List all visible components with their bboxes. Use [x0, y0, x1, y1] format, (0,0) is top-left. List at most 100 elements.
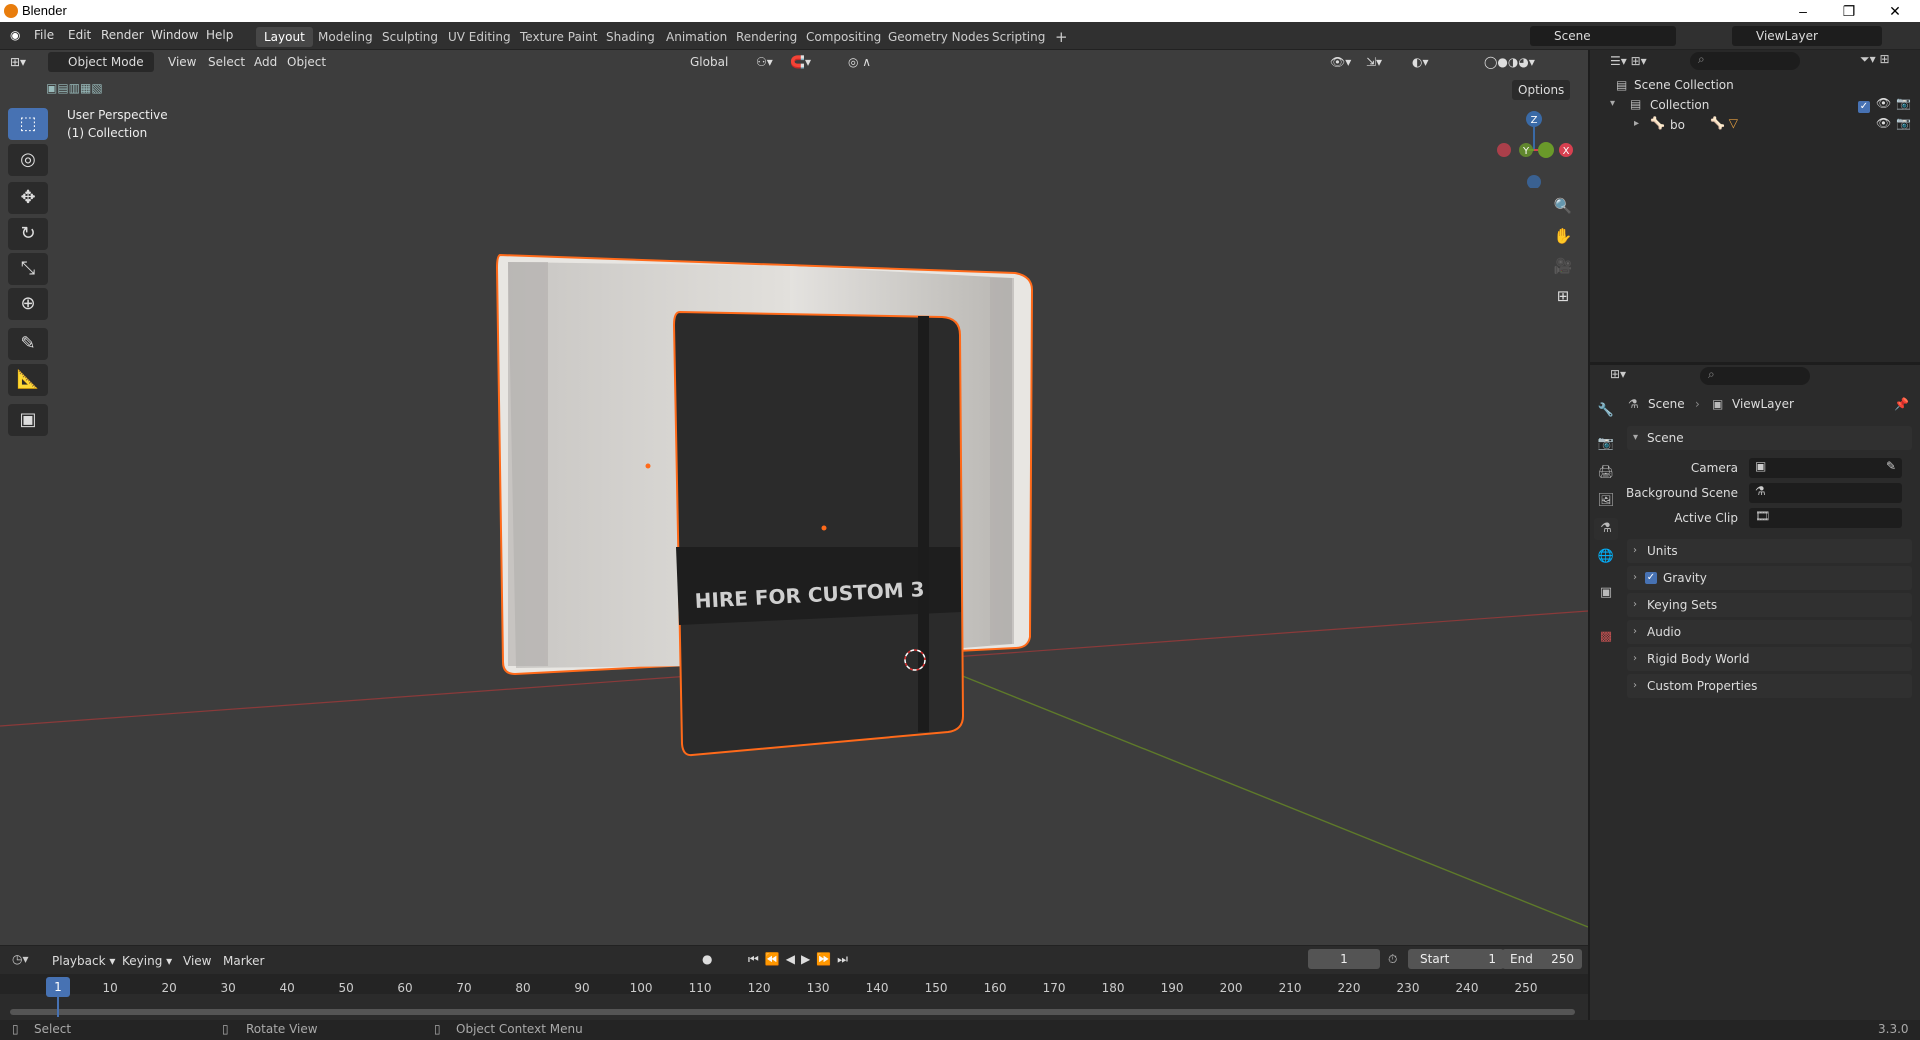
transform-icon[interactable]: ⊕: [8, 288, 48, 320]
start-frame-field[interactable]: Start 1: [1408, 949, 1504, 969]
rotate-icon[interactable]: ↻: [8, 218, 48, 250]
pin-icon[interactable]: 📌: [1894, 397, 1909, 411]
object-visibility-icon[interactable]: 👁: [1876, 116, 1891, 130]
menu-view[interactable]: View: [168, 52, 196, 72]
texture-properties-icon[interactable]: ▩: [1594, 626, 1618, 648]
menu-add[interactable]: Add: [254, 52, 277, 72]
menu-help[interactable]: Help: [206, 28, 233, 42]
proportional-edit-icon[interactable]: ◎ ∧: [848, 52, 871, 72]
properties-search-icon[interactable]: ⌕: [1700, 367, 1810, 385]
visibility-icon[interactable]: 👁▾: [1330, 52, 1351, 72]
overlay-toggle-icon[interactable]: ◐▾: [1412, 52, 1429, 72]
rigid-body-world-section-header[interactable]: › Rigid Body World: [1627, 647, 1912, 671]
filter-icon[interactable]: ⏷▾ ⊞: [1860, 52, 1890, 67]
options-dropdown[interactable]: Options: [1512, 80, 1571, 100]
select-box-icon[interactable]: ⬚: [8, 108, 48, 140]
menu-file[interactable]: File: [34, 28, 54, 42]
outliner-collection[interactable]: Collection: [1650, 98, 1709, 112]
gizmo-toggle-icon[interactable]: ⇲▾: [1366, 52, 1382, 72]
tab-modeling[interactable]: Modeling: [310, 27, 381, 47]
add-workspace-button[interactable]: +: [1047, 27, 1076, 47]
gravity-checkbox[interactable]: ✓: [1645, 572, 1657, 584]
annotate-icon[interactable]: ✎: [8, 328, 48, 360]
editor-type-icon[interactable]: ⊞▾: [10, 52, 26, 72]
camera-view-icon[interactable]: 🎥: [1550, 253, 1576, 279]
active-clip-field[interactable]: 🎞: [1749, 508, 1902, 528]
move-icon[interactable]: ✥: [8, 182, 48, 214]
units-section-header[interactable]: › Units: [1627, 539, 1912, 563]
outliner-object[interactable]: bo: [1670, 118, 1685, 132]
menu-edit[interactable]: Edit: [68, 28, 91, 42]
pan-hand-icon[interactable]: ✋: [1550, 223, 1576, 249]
timeline-view-menu[interactable]: View: [183, 954, 211, 968]
collection-properties-icon[interactable]: ▣: [1594, 582, 1618, 604]
timeline-editor-icon[interactable]: ◷▾: [12, 952, 29, 966]
object-render-icon[interactable]: 📷: [1896, 116, 1911, 130]
current-frame-field[interactable]: 1: [1308, 949, 1380, 969]
playhead[interactable]: 1: [46, 977, 70, 997]
playback-controls-icon[interactable]: ⏮⏪◀▶⏩⏭: [748, 952, 854, 967]
tab-geometry-nodes[interactable]: Geometry Nodes: [880, 27, 997, 47]
end-frame-field[interactable]: End 250: [1502, 949, 1582, 969]
menu-select[interactable]: Select: [208, 52, 245, 72]
cursor-icon[interactable]: ◎: [8, 144, 48, 176]
record-icon[interactable]: ●: [702, 952, 712, 966]
collection-exclude-checkbox[interactable]: ✓: [1858, 101, 1870, 113]
gravity-section-header[interactable]: › ✓ Gravity: [1627, 566, 1912, 590]
tool-properties-icon[interactable]: 🔧: [1594, 400, 1618, 422]
close-button[interactable]: ✕: [1872, 0, 1918, 22]
tab-uv-editing[interactable]: UV Editing: [440, 27, 519, 47]
pivot-icon[interactable]: ⚇▾: [756, 52, 773, 72]
tab-compositing[interactable]: Compositing: [798, 27, 889, 47]
expand-object-icon[interactable]: ▸: [1634, 118, 1639, 129]
timeline-keying-menu[interactable]: Keying ▾: [122, 954, 172, 968]
camera-field[interactable]: ▣ ✎: [1749, 458, 1902, 478]
clock-icon[interactable]: ⏱: [1388, 952, 1397, 967]
audio-section-header[interactable]: › Audio: [1627, 620, 1912, 644]
collection-render-icon[interactable]: 📷: [1896, 96, 1911, 110]
tab-rendering[interactable]: Rendering: [728, 27, 805, 47]
timeline-playback-menu[interactable]: Playback ▾: [52, 954, 115, 968]
viewlayer-breadcrumb-icon: ▣: [1712, 397, 1724, 411]
render-properties-icon[interactable]: 📷: [1594, 433, 1618, 455]
tab-texture-paint[interactable]: Texture Paint: [512, 27, 605, 47]
timeline-scrollbar[interactable]: [10, 1009, 1575, 1015]
collection-visibility-icon[interactable]: 👁: [1876, 96, 1891, 110]
minimize-button[interactable]: –: [1780, 0, 1826, 22]
zoom-icon[interactable]: 🔍: [1550, 193, 1576, 219]
3d-viewport[interactable]: HIRE FOR CUSTOM 3 ⊞▾ Object Mode View Se…: [0, 50, 1588, 945]
outliner-editor-icon[interactable]: ☰▾ ⊞▾: [1610, 54, 1647, 68]
world-properties-icon[interactable]: 🌐: [1594, 546, 1618, 568]
select-mode-icons[interactable]: ▣▤▥▦▧: [46, 78, 103, 98]
navigation-gizmo[interactable]: Z Y X: [1494, 108, 1574, 188]
scale-icon[interactable]: ⤡: [8, 253, 48, 285]
blender-menu-icon[interactable]: ◉: [10, 28, 20, 42]
tab-shading[interactable]: Shading: [598, 27, 663, 47]
properties-editor-icon[interactable]: ⊞▾: [1610, 367, 1626, 381]
custom-properties-section-header[interactable]: › Custom Properties: [1627, 674, 1912, 698]
outliner-scene-collection[interactable]: Scene Collection: [1634, 78, 1734, 92]
outliner-search-icon[interactable]: ⌕: [1690, 52, 1800, 70]
menu-render[interactable]: Render: [101, 28, 144, 42]
keying-sets-section-header[interactable]: › Keying Sets: [1627, 593, 1912, 617]
mode-selector[interactable]: Object Mode: [48, 52, 154, 72]
perspective-toggle-icon[interactable]: ⊞: [1550, 283, 1576, 309]
viewlayer-selector[interactable]: ViewLayer: [1732, 26, 1882, 46]
tab-sculpting[interactable]: Sculpting: [374, 27, 446, 47]
tab-layout[interactable]: Layout: [256, 27, 313, 47]
snap-icon[interactable]: 🧲▾: [790, 52, 811, 72]
transform-orientation[interactable]: Global: [670, 52, 744, 72]
measure-icon[interactable]: 📐: [8, 364, 48, 396]
shading-modes-icon[interactable]: ◯●◑◕▾: [1484, 52, 1535, 72]
add-cube-icon[interactable]: ▣: [8, 404, 48, 436]
menu-window[interactable]: Window: [151, 28, 198, 42]
background-scene-field[interactable]: ⚗: [1749, 483, 1902, 503]
tab-animation[interactable]: Animation: [658, 27, 735, 47]
scene-selector[interactable]: Scene: [1530, 26, 1676, 46]
tab-scripting[interactable]: Scripting: [984, 27, 1053, 47]
restore-button[interactable]: ❐: [1826, 0, 1872, 22]
timeline-marker-menu[interactable]: Marker: [223, 954, 264, 968]
scene-section-header[interactable]: ▾ Scene: [1627, 426, 1912, 450]
expand-collection-icon[interactable]: ▾: [1610, 98, 1615, 109]
menu-object[interactable]: Object: [287, 52, 326, 72]
